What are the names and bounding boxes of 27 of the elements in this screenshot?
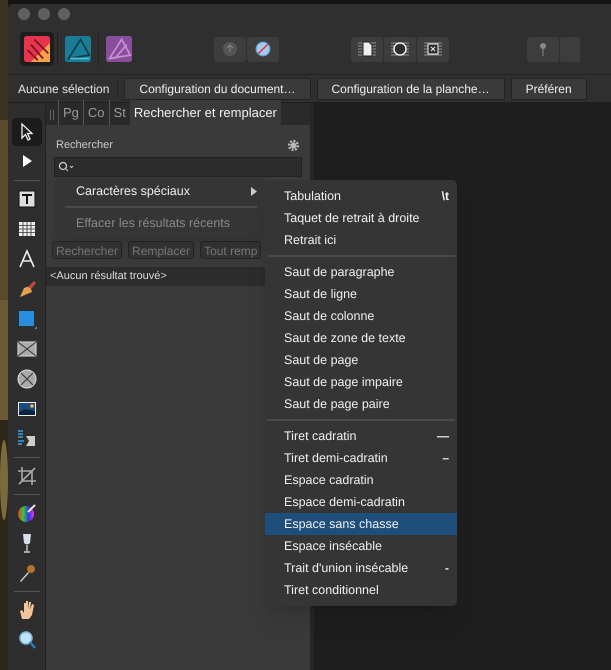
panel-tab[interactable]: Rechercher et remplacer: [130, 100, 281, 125]
menu-item[interactable]: Saut de ligne: [265, 283, 457, 305]
menu-item[interactable]: Trait d'union insécable -: [265, 557, 457, 579]
menu-item[interactable]: Espace cadratin: [265, 469, 457, 491]
search-label: Rechercher: [56, 138, 113, 153]
menu-item[interactable]: Saut de page impaire: [265, 371, 457, 393]
menu-item[interactable]: Caractères spéciaux: [55, 181, 267, 201]
menu-item[interactable]: Retrait ici: [265, 229, 457, 251]
context-button[interactable]: Configuration de la planche…: [316, 78, 505, 100]
menu-item[interactable]: Tabulation \t: [265, 185, 457, 207]
menu-item[interactable]: Saut de zone de texte: [265, 327, 457, 349]
menu-item[interactable]: Taquet de retrait à droite: [265, 207, 457, 229]
menu-item[interactable]: Espace sans chasse: [265, 513, 457, 535]
panel-tab[interactable]: Pg: [58, 100, 83, 125]
menu-item[interactable]: Saut de colonne: [265, 305, 457, 327]
menu-item[interactable]: Saut de paragraphe: [265, 261, 457, 283]
context-button[interactable]: Configuration du document…: [124, 78, 310, 100]
menu-item[interactable]: Tiret demi-cadratin –: [265, 447, 457, 469]
menu-item[interactable]: Saut de page paire: [265, 393, 457, 415]
menu-item[interactable]: Espace insécable: [265, 535, 457, 557]
menu-item[interactable]: Tiret conditionnel: [265, 579, 457, 601]
menu-item[interactable]: Saut de page: [265, 349, 457, 371]
panel-tab[interactable]: Co: [82, 100, 109, 125]
menu-item[interactable]: Tiret cadratin —: [265, 425, 457, 447]
selection-status: Aucune sélection: [18, 80, 110, 98]
menu-item[interactable]: Espace demi-cadratin: [265, 491, 457, 513]
context-button[interactable]: Préféren: [510, 78, 587, 100]
